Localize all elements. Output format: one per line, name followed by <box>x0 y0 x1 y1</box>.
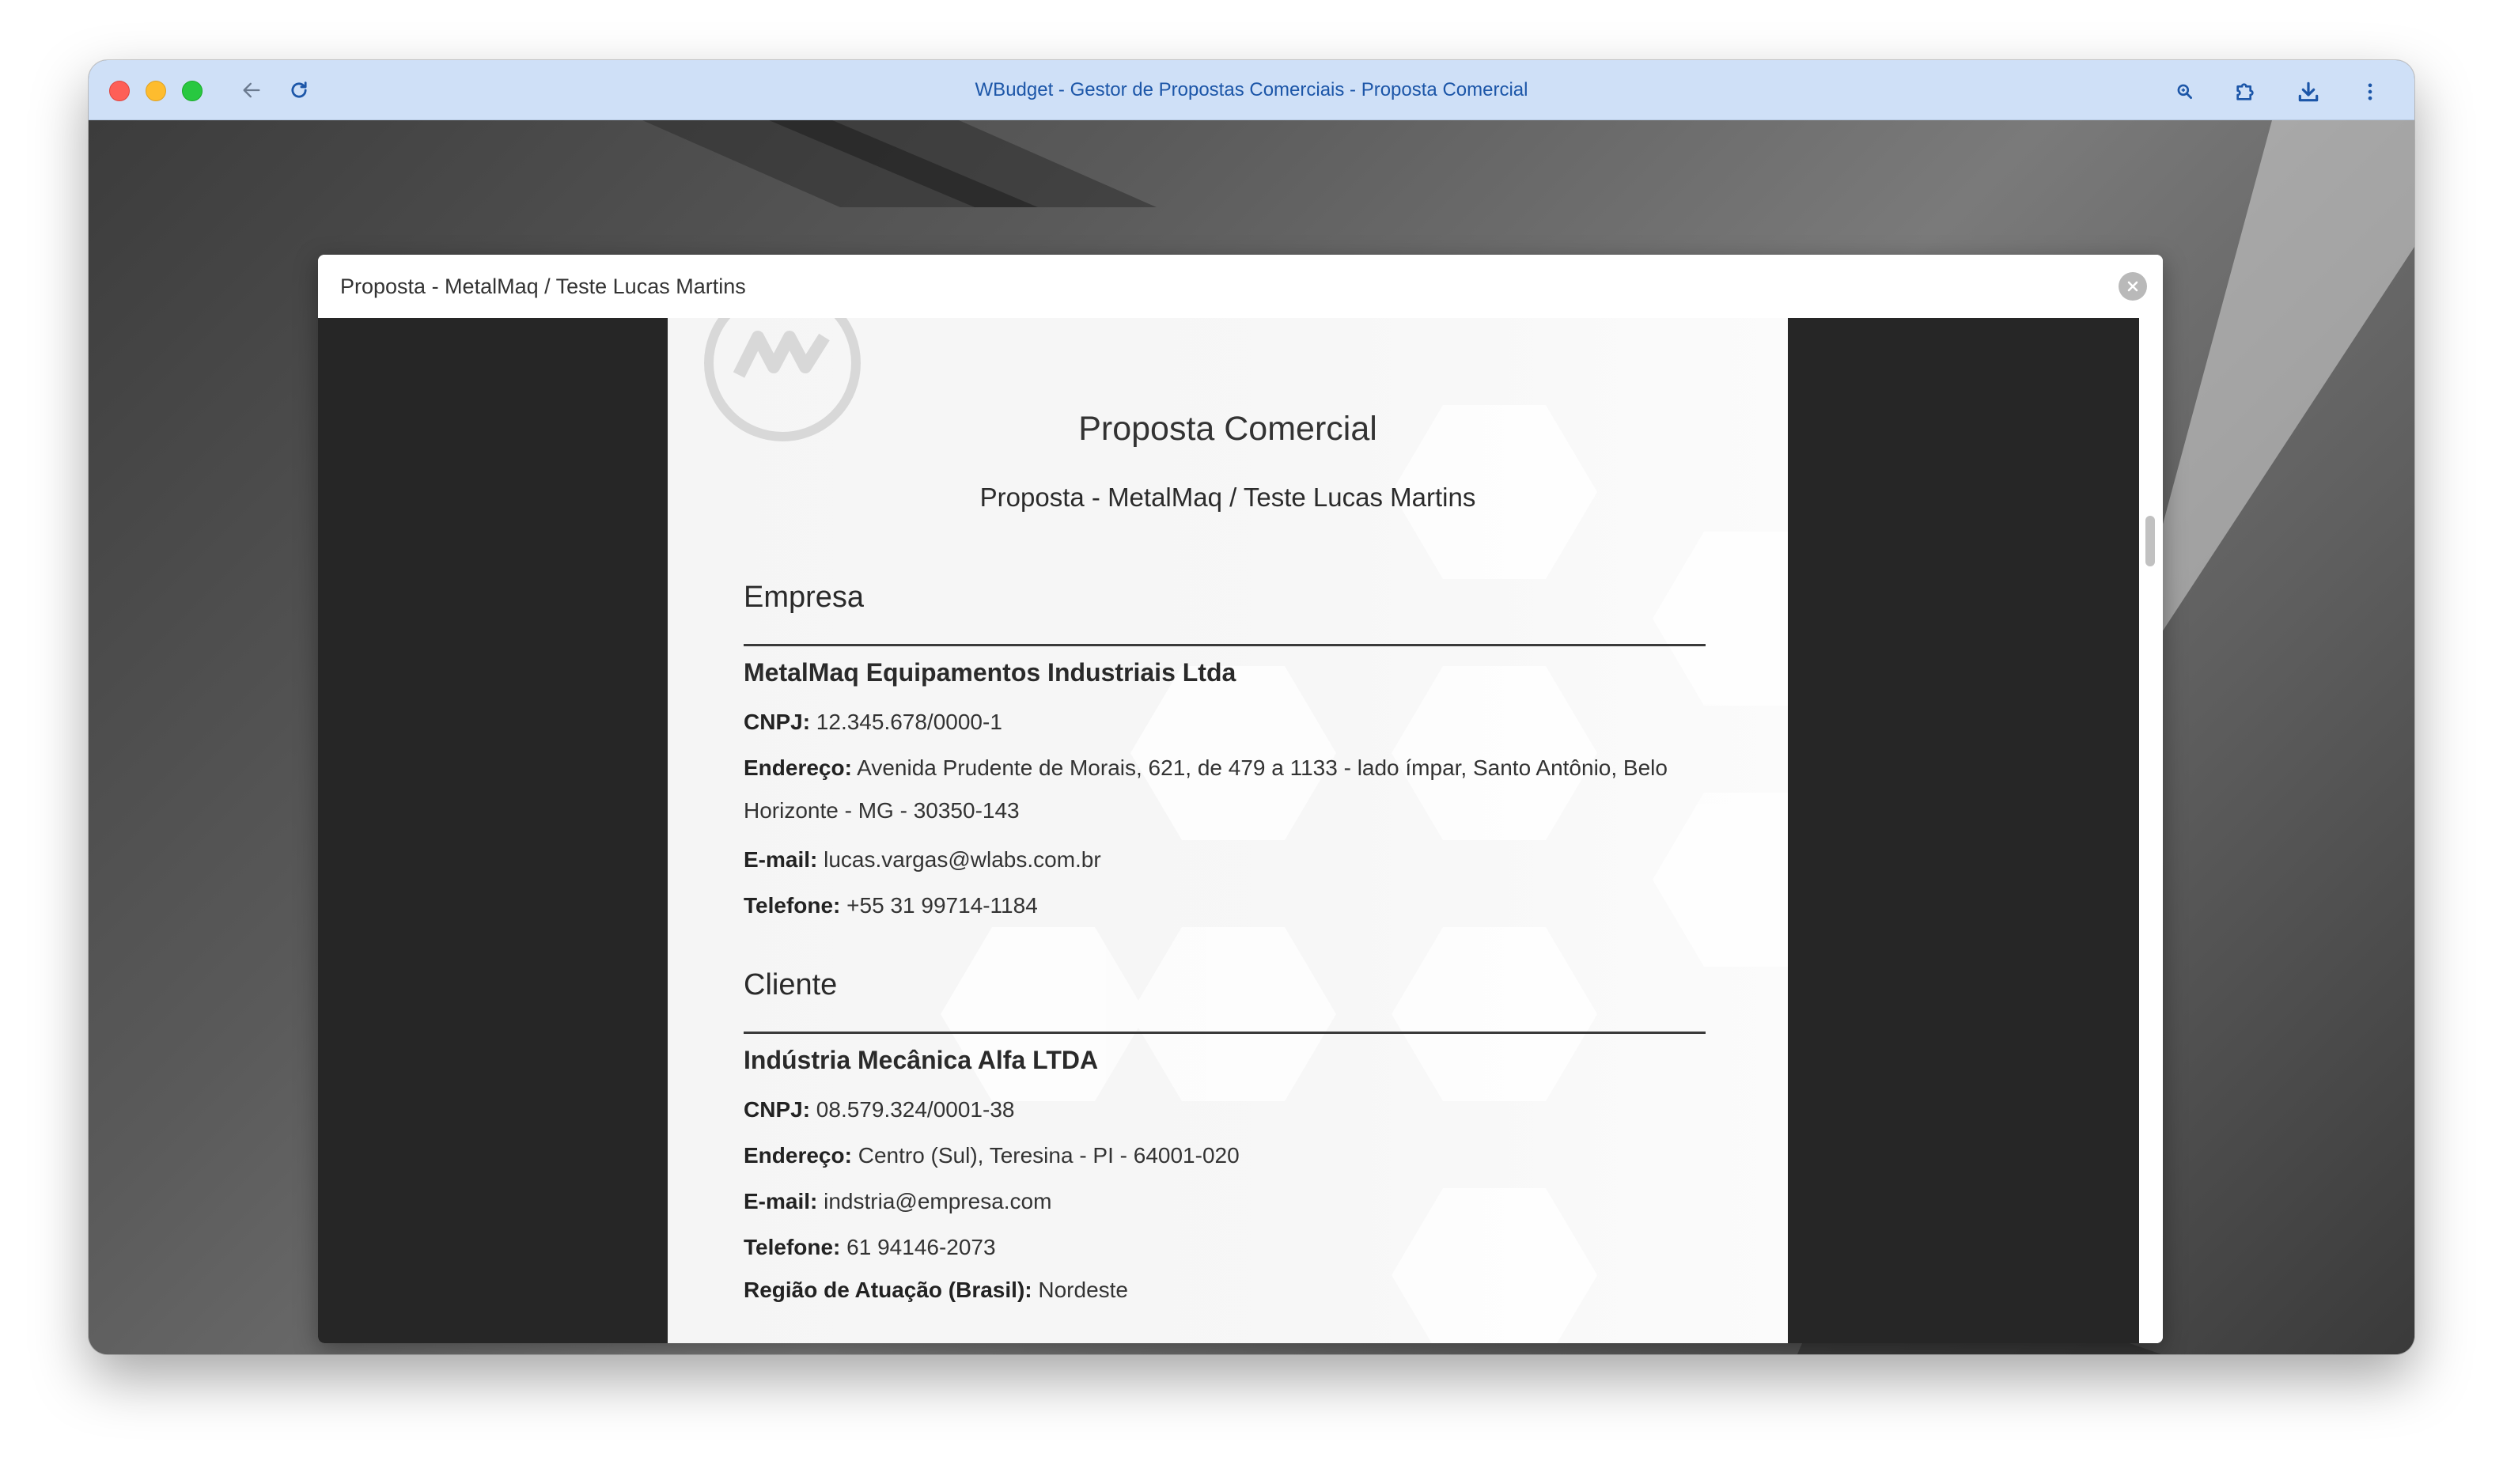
client-cnpj: CNPJ: 08.579.324/0001-38 <box>744 1088 1706 1131</box>
window-title: WBudget - Gestor de Propostas Comerciais… <box>975 79 1528 100</box>
close-circle-icon <box>2127 281 2138 292</box>
magnifier-icon <box>2177 84 2192 99</box>
client-cnpj-label: CNPJ: <box>744 1097 811 1122</box>
company-cnpj: CNPJ: 12.345.678/0000-1 <box>744 701 1706 744</box>
modal-header: Proposta - MetalMaq / Teste Lucas Martin… <box>318 255 2163 318</box>
viewer-scrollbar[interactable] <box>2139 318 2163 1343</box>
client-address: Endereço: Centro (Sul), Teresina - PI - … <box>744 1134 1706 1177</box>
client-phone: Telefone: 61 94146-2073 <box>744 1226 1706 1269</box>
modal-title: Proposta - MetalMaq / Teste Lucas Martin… <box>340 274 746 298</box>
client-region-label: Região de Atuação (Brasil): <box>744 1278 1032 1302</box>
zoom-button[interactable] <box>2168 74 2202 109</box>
client-address-label: Endereço: <box>744 1143 852 1168</box>
document-page: Proposta Comercial Proposta - MetalMaq /… <box>668 318 1788 1343</box>
company-email-label: E-mail: <box>744 847 818 872</box>
company-address: Endereço: Avenida Prudente de Morais, 62… <box>744 747 1706 832</box>
reload-button[interactable] <box>283 74 315 106</box>
window-close-button[interactable] <box>109 81 130 101</box>
client-address-value: Centro (Sul), Teresina - PI - 64001-020 <box>858 1143 1240 1168</box>
document-subtitle: Proposta - MetalMaq / Teste Lucas Martin… <box>979 483 1476 512</box>
client-region: Região de Atuação (Brasil): Nordeste <box>744 1269 1706 1312</box>
document-viewer[interactable]: Proposta Comercial Proposta - MetalMaq /… <box>318 318 2139 1343</box>
company-section-heading: Empresa <box>744 581 865 614</box>
window-minimize-button[interactable] <box>146 81 166 101</box>
company-phone-label: Telefone: <box>744 893 841 918</box>
company-cnpj-value: 12.345.678/0000-1 <box>816 710 1002 734</box>
window-maximize-button[interactable] <box>182 81 203 101</box>
browser-window: WBudget - Gestor de Propostas Comerciais… <box>89 60 2414 1354</box>
client-email-label: E-mail: <box>744 1189 818 1213</box>
title-bar: WBudget - Gestor de Propostas Comerciais… <box>89 60 2414 120</box>
company-cnpj-label: CNPJ: <box>744 710 811 734</box>
company-email-value: lucas.vargas@wlabs.com.br <box>824 847 1101 872</box>
company-phone: Telefone: +55 31 99714-1184 <box>744 884 1706 927</box>
modal-close-button[interactable] <box>2119 272 2147 301</box>
company-name: MetalMaq Equipamentos Industriais Ltda <box>744 658 1236 687</box>
client-cnpj-value: 08.579.324/0001-38 <box>816 1097 1015 1122</box>
company-address-label: Endereço: <box>744 755 852 780</box>
download-button[interactable] <box>2291 74 2326 109</box>
download-icon <box>2298 81 2319 102</box>
extensions-button[interactable] <box>2228 74 2263 109</box>
reload-icon <box>291 81 307 98</box>
client-section-divider <box>744 1032 1706 1034</box>
app-background: Proposta - MetalMaq / Teste Lucas Martin… <box>89 120 2414 1354</box>
client-name: Indústria Mecânica Alfa LTDA <box>744 1046 1099 1074</box>
client-section-heading: Cliente <box>744 968 838 1001</box>
client-email: E-mail: indstria@empresa.com <box>744 1180 1706 1223</box>
client-phone-value: 61 94146-2073 <box>846 1235 996 1259</box>
company-section-divider <box>744 644 1706 646</box>
client-email-value: indstria@empresa.com <box>824 1189 1052 1213</box>
back-button[interactable] <box>236 74 267 106</box>
document-title: Proposta Comercial <box>1078 410 1377 448</box>
client-region-value: Nordeste <box>1038 1278 1128 1302</box>
client-phone-label: Telefone: <box>744 1235 841 1259</box>
menu-button[interactable] <box>2353 74 2388 109</box>
company-address-value: Avenida Prudente de Morais, 621, de 479 … <box>744 755 1668 823</box>
more-vertical-icon <box>2368 83 2372 100</box>
proposal-modal: Proposta - MetalMaq / Teste Lucas Martin… <box>318 255 2163 1343</box>
company-phone-value: +55 31 99714-1184 <box>846 893 1038 918</box>
scrollbar-thumb[interactable] <box>2145 516 2155 566</box>
puzzle-icon <box>2236 83 2254 100</box>
company-email: E-mail: lucas.vargas@wlabs.com.br <box>744 839 1706 881</box>
arrow-left-icon <box>243 82 260 98</box>
